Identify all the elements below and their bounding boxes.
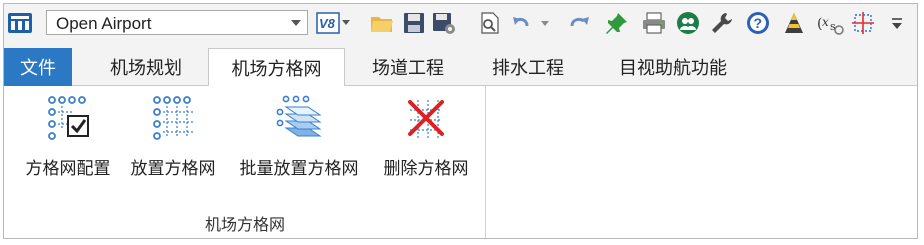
ribbon-tabs: 文件 机场规划 机场方格网 场道工程 排水工程 目视助航功能 (4, 48, 917, 87)
tab-airport-grid[interactable]: 机场方格网 (208, 48, 345, 87)
svg-text:x: x (822, 15, 829, 29)
grid-place-label: 放置方格网 (130, 159, 216, 179)
crosshair-icon[interactable] (850, 10, 876, 36)
grid-delete-label: 删除方格网 (383, 159, 469, 179)
tab-file[interactable]: 文件 (4, 48, 72, 86)
open-folder-icon[interactable] (368, 10, 396, 36)
grid-config-label: 方格网配置 (25, 159, 111, 179)
redo-icon[interactable] (567, 10, 593, 36)
workflow-dropdown[interactable]: Open Airport (46, 10, 308, 35)
workflow-value: Open Airport (56, 14, 152, 33)
print-preview-icon[interactable] (476, 10, 504, 36)
quick-access-toolbar: Open Airport V8 ? (x s (4, 4, 917, 42)
grid-delete-button[interactable]: 删除方格网 (374, 92, 478, 184)
wrench-icon[interactable] (708, 10, 736, 36)
save-settings-icon[interactable] (430, 10, 458, 36)
tab-airport-planning[interactable]: 机场规划 (86, 48, 206, 86)
grid-config-button[interactable]: 方格网配置 (14, 92, 122, 184)
pin-icon[interactable] (604, 10, 630, 36)
ribbon-group-label: 机场方格网 (204, 215, 285, 234)
customize-icon[interactable] (886, 10, 908, 36)
tab-drainage-engineering[interactable]: 排水工程 (472, 48, 584, 86)
grid-batch-button[interactable]: 批量放置方格网 (228, 92, 370, 184)
application-window: Open Airport V8 ? (x s 文件 机场规划 机场方格网 场道… (3, 3, 918, 239)
grid-batch-label: 批量放置方格网 (239, 159, 359, 179)
save-icon[interactable] (400, 10, 428, 36)
cone-icon[interactable] (780, 10, 808, 36)
ribbon-panel: 方格网配置 放置方格网 批量放置方格网 删除方格网 机场方格网 (4, 86, 917, 238)
svg-text:?: ? (754, 15, 763, 31)
print-icon[interactable] (640, 10, 668, 36)
ribbon-group-airport-grid: 方格网配置 放置方格网 批量放置方格网 删除方格网 机场方格网 (4, 86, 486, 238)
grid-batch-icon (274, 92, 324, 144)
grid-place-button[interactable]: 放置方格网 (124, 92, 222, 184)
svg-text:V8: V8 (319, 16, 336, 31)
app-menu-icon[interactable] (6, 10, 34, 36)
grid-place-icon (149, 92, 197, 144)
user-icon[interactable] (674, 10, 702, 36)
undo-icon[interactable] (511, 10, 551, 36)
tab-visual-aids[interactable]: 目视助航功能 (598, 48, 748, 86)
grid-config-icon (44, 92, 92, 144)
chevron-down-icon (291, 20, 301, 26)
version-icon[interactable]: V8 (314, 10, 354, 36)
help-icon[interactable]: ? (744, 10, 772, 36)
tab-pavement-engineering[interactable]: 场道工程 (352, 48, 464, 86)
grid-delete-icon (402, 92, 450, 144)
function-icon[interactable]: ( x s (814, 10, 846, 36)
